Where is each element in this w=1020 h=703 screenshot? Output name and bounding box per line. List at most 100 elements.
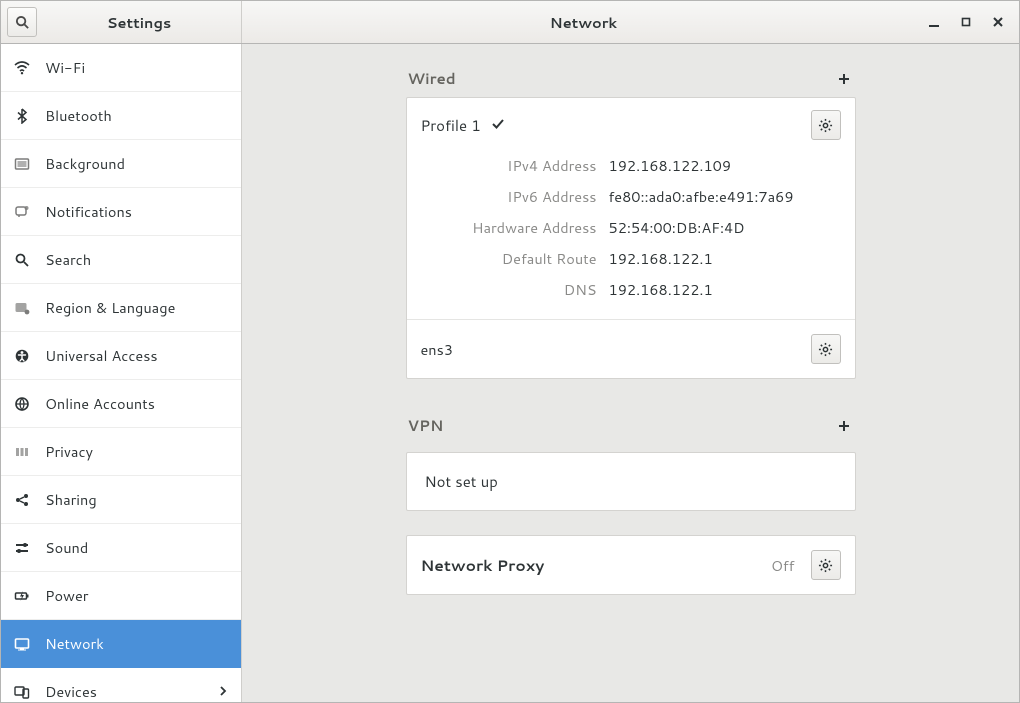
wired-interface-row[interactable]: ens3 bbox=[407, 320, 855, 378]
sidebar-item-background[interactable]: Background bbox=[1, 140, 241, 188]
dns-label: DNS bbox=[421, 279, 597, 300]
vpn-empty-text: Not set up bbox=[407, 453, 855, 510]
background-icon bbox=[13, 155, 31, 173]
sidebar: Wi-Fi Bluetooth Background Notifications… bbox=[1, 44, 242, 702]
sidebar-item-search[interactable]: Search bbox=[1, 236, 241, 284]
detail-ipv4: IPv4 Address 192.168.122.109 bbox=[421, 150, 841, 181]
sidebar-item-label: Online Accounts bbox=[45, 393, 155, 414]
add-wired-connection-button[interactable] bbox=[834, 69, 854, 89]
wired-details: IPv4 Address 192.168.122.109 IPv6 Addres… bbox=[407, 144, 855, 320]
search-icon bbox=[13, 251, 31, 269]
sound-icon bbox=[13, 539, 31, 557]
sidebar-item-power[interactable]: Power bbox=[1, 572, 241, 620]
universal-access-icon bbox=[13, 347, 31, 365]
sidebar-item-region-language[interactable]: Region & Language bbox=[1, 284, 241, 332]
sidebar-item-label: Notifications bbox=[45, 201, 132, 222]
sidebar-item-notifications[interactable]: Notifications bbox=[1, 188, 241, 236]
network-proxy-status: Off bbox=[771, 555, 795, 576]
region-language-icon bbox=[13, 299, 31, 317]
gear-icon bbox=[818, 342, 833, 357]
plus-icon bbox=[837, 72, 851, 86]
plus-icon bbox=[837, 419, 851, 433]
sidebar-item-label: Privacy bbox=[45, 441, 93, 462]
maximize-icon bbox=[960, 16, 972, 28]
wired-profile-row[interactable]: Profile 1 bbox=[407, 98, 855, 144]
sidebar-item-label: Sound bbox=[45, 537, 88, 558]
sidebar-item-privacy[interactable]: Privacy bbox=[1, 428, 241, 476]
network-proxy-row[interactable]: Network Proxy Off bbox=[407, 536, 855, 594]
sidebar-item-label: Sharing bbox=[45, 489, 97, 510]
content-inner: Wired Profile 1 IPv4 bbox=[406, 62, 856, 702]
app-title: Settings bbox=[37, 12, 241, 33]
hardware-address-label: Hardware Address bbox=[421, 217, 597, 238]
wired-profile-settings-button[interactable] bbox=[811, 110, 841, 140]
sidebar-item-sharing[interactable]: Sharing bbox=[1, 476, 241, 524]
settings-window: Settings Network Wi-Fi Bluetoo bbox=[0, 0, 1020, 703]
sidebar-item-label: Search bbox=[45, 249, 91, 270]
power-icon bbox=[13, 587, 31, 605]
wired-interface-settings-button[interactable] bbox=[811, 334, 841, 364]
network-icon bbox=[13, 635, 31, 653]
header-left: Settings bbox=[1, 1, 242, 43]
bluetooth-icon bbox=[13, 107, 31, 125]
spacer bbox=[406, 379, 856, 409]
sidebar-item-label: Power bbox=[45, 585, 88, 606]
detail-ipv6: IPv6 Address fe80::ada0:afbe:e491:7a69 bbox=[421, 181, 841, 212]
detail-hw: Hardware Address 52:54:00:DB:AF:4D bbox=[421, 212, 841, 243]
devices-icon bbox=[13, 683, 31, 701]
sidebar-item-devices[interactable]: Devices bbox=[1, 668, 241, 702]
sidebar-item-label: Wi-Fi bbox=[45, 57, 85, 78]
vpn-panel: Not set up bbox=[406, 452, 856, 511]
default-route-label: Default Route bbox=[421, 248, 597, 269]
ipv4-address-value: 192.168.122.109 bbox=[609, 155, 732, 176]
wired-profile-name: Profile 1 bbox=[421, 115, 481, 136]
sidebar-item-online-accounts[interactable]: Online Accounts bbox=[1, 380, 241, 428]
page-title: Network bbox=[242, 12, 925, 33]
wifi-icon bbox=[13, 59, 31, 77]
sidebar-item-label: Devices bbox=[45, 681, 97, 702]
search-icon bbox=[15, 15, 30, 30]
ipv6-address-label: IPv6 Address bbox=[421, 186, 597, 207]
dns-value: 192.168.122.1 bbox=[609, 279, 713, 300]
default-route-value: 192.168.122.1 bbox=[609, 248, 713, 269]
sidebar-item-bluetooth[interactable]: Bluetooth bbox=[1, 92, 241, 140]
sidebar-item-label: Bluetooth bbox=[45, 105, 112, 126]
sidebar-item-sound[interactable]: Sound bbox=[1, 524, 241, 572]
vpn-section-title: VPN bbox=[408, 415, 444, 436]
ipv6-address-value: fe80::ada0:afbe:e491:7a69 bbox=[609, 186, 794, 207]
header-center: Network bbox=[242, 1, 925, 43]
sidebar-item-label: Background bbox=[45, 153, 125, 174]
sidebar-item-wifi[interactable]: Wi-Fi bbox=[1, 44, 241, 92]
detail-dns: DNS 192.168.122.1 bbox=[421, 274, 841, 305]
check-icon bbox=[491, 115, 505, 136]
wired-interface-name: ens3 bbox=[421, 339, 454, 360]
minimize-icon bbox=[928, 16, 940, 28]
sidebar-item-network[interactable]: Network bbox=[1, 620, 241, 668]
wired-panel: Profile 1 IPv4 Address 192.168.122.109 I… bbox=[406, 97, 856, 379]
sidebar-item-label: Universal Access bbox=[45, 345, 158, 366]
sharing-icon bbox=[13, 491, 31, 509]
sidebar-item-label: Region & Language bbox=[45, 297, 175, 318]
wired-section-title: Wired bbox=[408, 68, 456, 89]
sidebar-item-universal-access[interactable]: Universal Access bbox=[1, 332, 241, 380]
vpn-section-header: VPN bbox=[406, 409, 856, 444]
minimize-button[interactable] bbox=[925, 13, 943, 31]
add-vpn-button[interactable] bbox=[834, 416, 854, 436]
network-proxy-panel: Network Proxy Off bbox=[406, 535, 856, 595]
network-proxy-settings-button[interactable] bbox=[811, 550, 841, 580]
search-button[interactable] bbox=[7, 7, 37, 37]
body: Wi-Fi Bluetooth Background Notifications… bbox=[1, 44, 1019, 702]
ipv4-address-label: IPv4 Address bbox=[421, 155, 597, 176]
window-controls bbox=[925, 1, 1019, 43]
network-proxy-label: Network Proxy bbox=[421, 554, 545, 576]
chevron-right-icon bbox=[217, 681, 229, 702]
close-button[interactable] bbox=[989, 13, 1007, 31]
online-accounts-icon bbox=[13, 395, 31, 413]
maximize-button[interactable] bbox=[957, 13, 975, 31]
notifications-icon bbox=[13, 203, 31, 221]
hardware-address-value: 52:54:00:DB:AF:4D bbox=[609, 217, 745, 238]
close-icon bbox=[992, 16, 1004, 28]
content: Wired Profile 1 IPv4 bbox=[242, 44, 1019, 702]
wired-section-header: Wired bbox=[406, 62, 856, 97]
header-bar: Settings Network bbox=[1, 1, 1019, 44]
